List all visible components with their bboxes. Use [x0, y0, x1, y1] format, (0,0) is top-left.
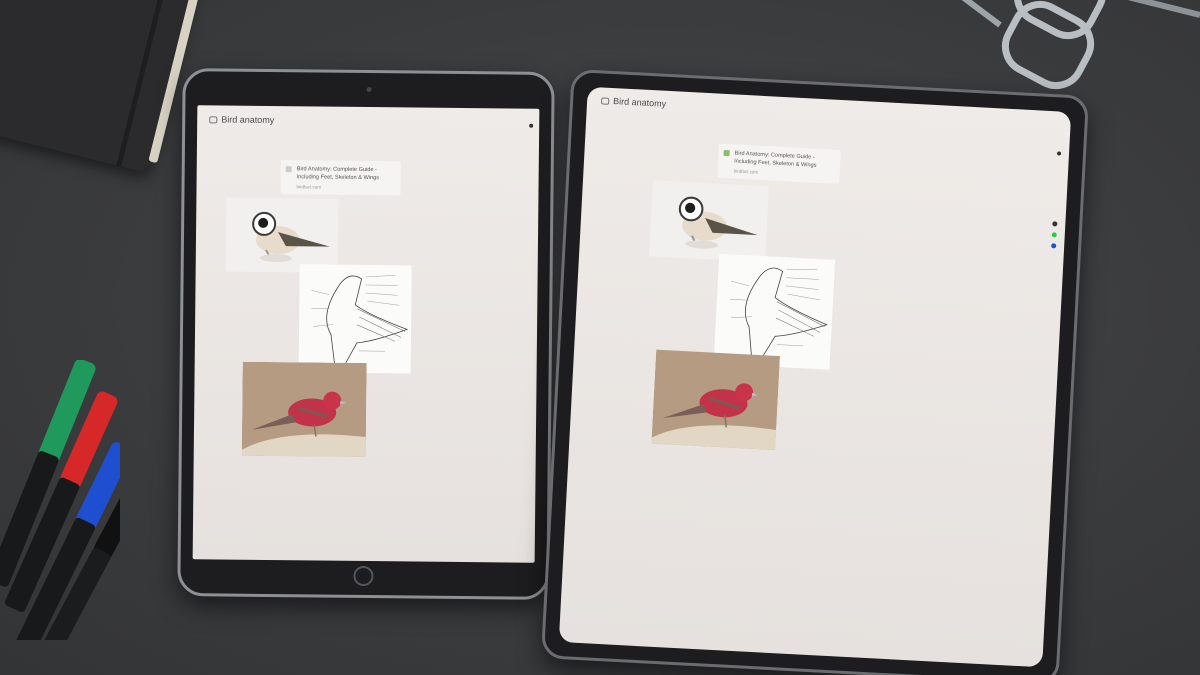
link-card-title: Bird Anatomy: Complete Guide - Including… [296, 166, 380, 182]
desk-scene: Bird anatomy Bird Anatomy: Complete Guid… [0, 0, 1200, 675]
ipad-right-screen[interactable]: Bird anatomy Bird Anatomy: Complete Guid… [558, 86, 1072, 668]
more-icon[interactable] [529, 123, 534, 128]
link-favicon-icon [723, 149, 730, 157]
front-camera [366, 86, 372, 93]
ipad-pro-10-5: Bird anatomy Bird Anatomy: Complete Guid… [177, 68, 555, 600]
owl-finch-image[interactable] [225, 197, 339, 273]
green-color-icon[interactable] [1051, 232, 1057, 238]
board-title-text: Bird anatomy [612, 96, 667, 109]
board-title[interactable]: Bird anatomy [600, 95, 667, 109]
board-title-text: Bird anatomy [221, 114, 275, 126]
house-finch-photo[interactable] [651, 349, 781, 451]
markers [0, 360, 120, 640]
ipad-pro-12-9: Bird anatomy Bird Anatomy: Complete Guid… [540, 68, 1090, 675]
link-card-domain: birdfact.com [296, 184, 322, 190]
board-title[interactable]: Bird anatomy [209, 114, 274, 125]
pen-tool-icon[interactable] [1052, 221, 1058, 227]
link-card[interactable]: Bird Anatomy: Complete Guide - Including… [717, 143, 841, 184]
notebook-band [116, 0, 172, 167]
link-favicon-icon [285, 166, 292, 173]
board-icon [600, 96, 610, 105]
ipad-left-screen[interactable]: Bird anatomy Bird Anatomy: Complete Guid… [192, 105, 540, 563]
notebook [0, 0, 204, 173]
blue-color-icon[interactable] [1051, 243, 1057, 249]
house-finch-photo[interactable] [241, 361, 367, 458]
link-card[interactable]: Bird Anatomy: Complete Guide - Including… [280, 160, 401, 196]
owl-finch-image[interactable] [649, 180, 769, 263]
bird-anatomy-diagram[interactable] [298, 264, 412, 374]
home-button-icon[interactable] [353, 565, 374, 587]
more-icon[interactable] [1056, 151, 1062, 156]
link-card-title: Bird Anatomy: Complete Guide - Including… [734, 150, 817, 169]
side-toolbar [1051, 221, 1058, 249]
board-icon [209, 115, 218, 123]
